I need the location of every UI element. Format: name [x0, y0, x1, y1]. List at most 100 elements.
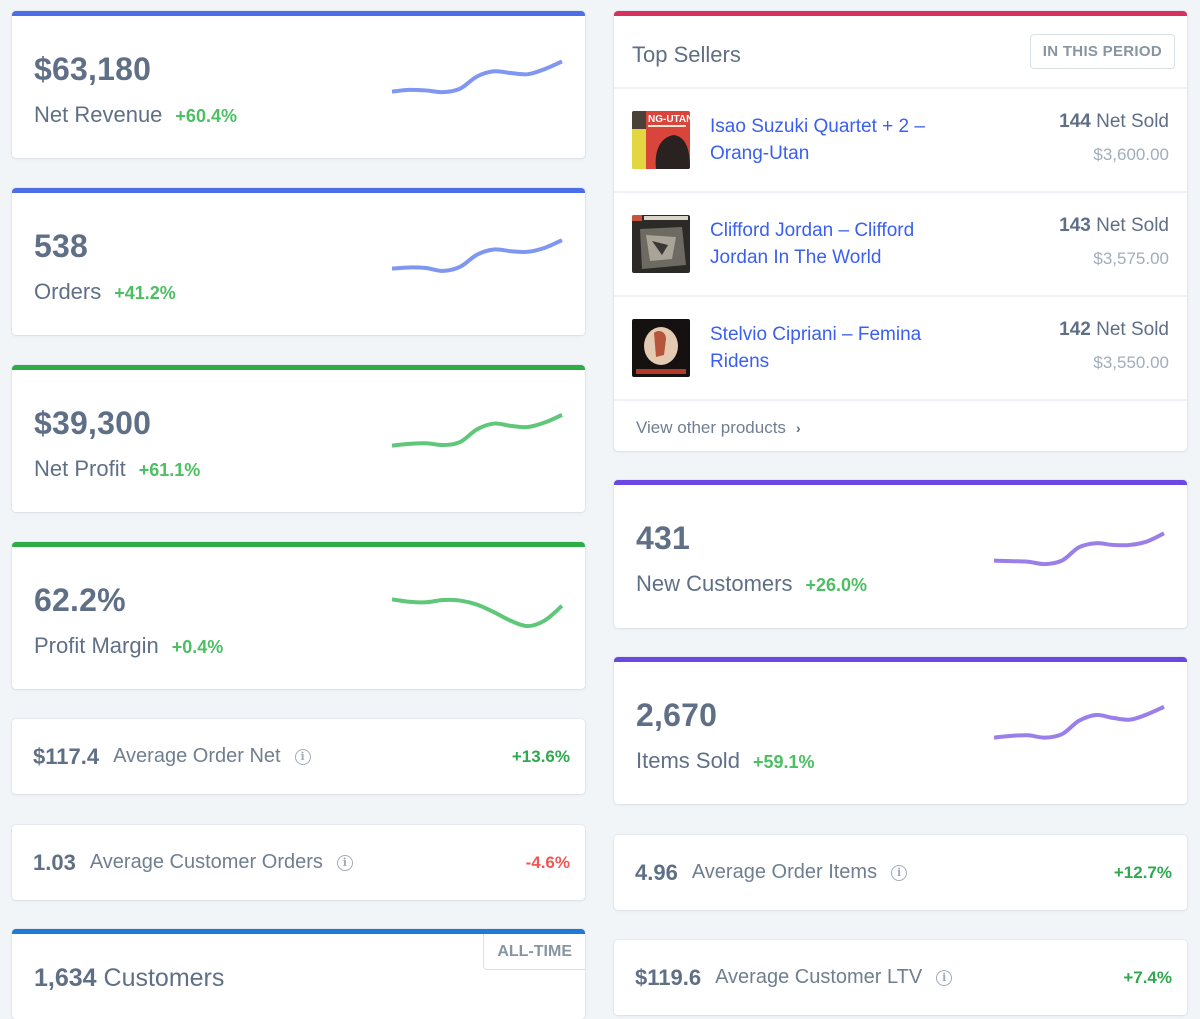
metric-value: 1.03 — [33, 849, 76, 875]
metric-label: Average Order Net — [113, 745, 281, 767]
info-icon[interactable]: i — [936, 969, 953, 986]
all-time-badge: ALL-TIME — [483, 934, 585, 970]
sparkline — [993, 705, 1165, 740]
sparkline-path — [391, 238, 563, 273]
sparkline-path — [993, 705, 1165, 740]
svg-text:NG-UTAN: NG-UTAN — [648, 114, 690, 125]
stat-label: Net Revenue — [34, 102, 163, 127]
sparkline-path — [391, 59, 563, 95]
metric-value: 4.96 — [635, 859, 678, 885]
metric-row: 1.03 Average Customer Orders i — [33, 825, 353, 900]
stat-card-items-sold: 2,670 Items Sold +59.1% — [614, 657, 1187, 804]
stat-label: Orders — [34, 279, 102, 304]
top-seller-item: Clifford Jordan – Clifford Jordan In The… — [614, 193, 1187, 297]
metric-label: Average Customer LTV — [715, 966, 923, 988]
customers-row: 1,634 Customers — [34, 964, 224, 993]
sparkline — [993, 531, 1165, 567]
sparkline-path — [391, 597, 564, 629]
stat-value: 2,670 — [636, 697, 718, 733]
stat-value: 538 — [34, 228, 88, 264]
view-other-products-label: View other products — [636, 418, 786, 437]
product-link[interactable]: Stelvio Cipriani – Femina Ridens — [710, 321, 950, 375]
sparkline-path — [391, 413, 563, 448]
metric-card-average-customer-orders: 1.03 Average Customer Orders i -4.6% — [12, 825, 585, 900]
metric-value: $119.6 — [635, 964, 702, 990]
info-icon[interactable]: i — [891, 864, 908, 881]
sparkline-path — [993, 531, 1165, 567]
orang-utan-album-cover[interactable]: NG-UTAN — [632, 111, 690, 169]
metric-delta: +12.7% — [1113, 862, 1172, 882]
stat-value: 62.2% — [34, 582, 126, 618]
top-seller-item: Stelvio Cipriani – Femina Ridens 142 Net… — [614, 297, 1187, 401]
stat-label: Items Sold — [636, 748, 740, 773]
customers-label: Customers — [103, 964, 225, 992]
sold-count: 144 — [1059, 111, 1091, 132]
stat-label: Net Profit — [34, 456, 126, 481]
customers-card: ALL-TIME 1,634 Customers — [12, 929, 585, 1019]
metric-card-average-order-items: 4.96 Average Order Items i +12.7% — [614, 835, 1187, 910]
net-sold: 143 Net Sold — [1059, 215, 1169, 237]
stat-delta: +61.1% — [138, 460, 201, 480]
stat-delta: +59.1% — [752, 752, 815, 772]
sparkline — [391, 238, 563, 273]
product-link[interactable]: Clifford Jordan – Clifford Jordan In The… — [710, 217, 950, 271]
top-sellers-card: Top Sellers IN THIS PERIOD NG-UTAN Isao … — [614, 11, 1187, 451]
net-sold: 144 Net Sold — [1059, 111, 1169, 133]
chevron-right-icon: › — [795, 420, 801, 436]
info-icon[interactable]: i — [336, 854, 353, 871]
stat-delta: +26.0% — [805, 575, 868, 595]
stat-label-row: Net Profit +61.1% — [34, 456, 200, 482]
sold-label: Net Sold — [1096, 215, 1169, 236]
metric-delta: +7.4% — [1123, 967, 1172, 987]
metric-label: Average Customer Orders — [89, 851, 323, 873]
stat-label: New Customers — [636, 571, 793, 596]
product-revenue: $3,550.00 — [1093, 353, 1169, 372]
metric-delta: +13.6% — [511, 746, 570, 766]
stat-card-new-customers: 431 New Customers +26.0% — [614, 480, 1187, 628]
stat-delta: +0.4% — [171, 637, 224, 657]
sold-label: Net Sold — [1096, 111, 1169, 132]
stat-label-row: Profit Margin +0.4% — [34, 633, 223, 659]
stat-delta: +41.2% — [114, 283, 176, 303]
stat-card-net-profit: $39,300 Net Profit +61.1% — [12, 365, 585, 512]
top-sellers-header: Top Sellers IN THIS PERIOD — [614, 16, 1187, 89]
metric-value: $117.4 — [33, 743, 100, 769]
stat-label: Profit Margin — [34, 633, 159, 658]
stat-label-row: Net Revenue +60.4% — [34, 102, 237, 128]
femina-ridens-album-cover[interactable] — [632, 319, 690, 377]
stat-value: 431 — [636, 520, 690, 556]
period-badge: IN THIS PERIOD — [1029, 34, 1175, 69]
metric-card-average-order-net: $117.4 Average Order Net i +13.6% — [12, 719, 585, 794]
top-seller-item: NG-UTAN Isao Suzuki Quartet + 2 – Orang-… — [614, 89, 1187, 193]
metric-delta: -4.6% — [525, 852, 570, 872]
net-sold: 142 Net Sold — [1059, 319, 1169, 341]
metric-row: 4.96 Average Order Items i — [635, 835, 908, 910]
stat-card-profit-margin: 62.2% Profit Margin +0.4% — [12, 542, 585, 689]
stat-card-net-revenue: $63,180 Net Revenue +60.4% — [12, 11, 585, 158]
sold-label: Net Sold — [1096, 319, 1169, 340]
info-icon[interactable]: i — [294, 748, 311, 765]
stat-value: $63,180 — [34, 51, 152, 87]
stat-label-row: New Customers +26.0% — [636, 571, 867, 597]
metric-card-average-customer-ltv: $119.6 Average Customer LTV i +7.4% — [614, 940, 1187, 1015]
stat-label-row: Items Sold +59.1% — [636, 748, 815, 774]
view-other-products-link[interactable]: View other products › — [636, 418, 801, 438]
stat-card-orders: 538 Orders +41.2% — [12, 188, 585, 335]
product-revenue: $3,575.00 — [1093, 249, 1169, 268]
product-revenue: $3,600.00 — [1093, 145, 1169, 164]
clifford-jordan-album-cover[interactable] — [632, 215, 690, 273]
sparkline — [391, 413, 563, 448]
product-link[interactable]: Isao Suzuki Quartet + 2 – Orang-Utan — [710, 113, 950, 167]
stat-value: $39,300 — [34, 405, 152, 441]
customers-count: 1,634 — [34, 964, 97, 992]
top-sellers-title: Top Sellers — [632, 42, 741, 67]
sparkline — [391, 59, 563, 95]
metric-label: Average Order Items — [691, 861, 878, 883]
stat-label-row: Orders +41.2% — [34, 279, 176, 305]
metric-row: $117.4 Average Order Net i — [33, 719, 311, 794]
sold-count: 143 — [1059, 215, 1091, 236]
sold-count: 142 — [1059, 319, 1091, 340]
sparkline — [391, 597, 564, 629]
stat-delta: +60.4% — [175, 106, 237, 126]
metric-row: $119.6 Average Customer LTV i — [635, 940, 953, 1015]
